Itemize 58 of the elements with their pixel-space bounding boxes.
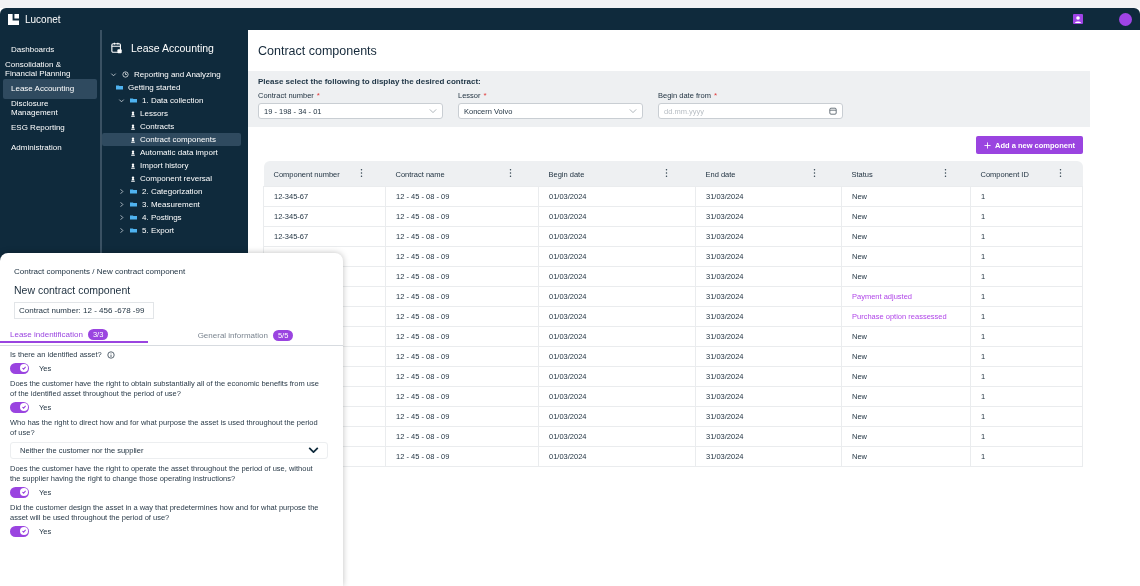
- plus-icon: [984, 141, 991, 149]
- more-icon[interactable]: [360, 168, 364, 177]
- more-icon[interactable]: [508, 168, 512, 177]
- chevron-down-icon[interactable]: [308, 447, 319, 453]
- toggle-switch[interactable]: [10, 401, 29, 413]
- tree-item[interactable]: Automatic data import: [102, 146, 241, 159]
- tree-item[interactable]: Component reversal: [102, 172, 241, 185]
- person-icon: [130, 136, 136, 143]
- person-icon: [130, 175, 136, 182]
- contract-number: Contract number: 12 - 456 -678 -99: [14, 302, 154, 319]
- nav-item[interactable]: Dashboards: [3, 40, 97, 60]
- toggle-switch[interactable]: [10, 486, 29, 498]
- tree-item[interactable]: Reporting and Analyzing: [102, 68, 241, 81]
- nav-item[interactable]: ESG Reporting: [3, 118, 97, 138]
- person-icon: [130, 110, 136, 117]
- calendar-icon: [111, 42, 123, 54]
- tree-item[interactable]: 3. Measurement: [102, 198, 241, 211]
- breadcrumb: Contract components / New contract component: [13, 267, 187, 276]
- more-icon[interactable]: [664, 168, 668, 177]
- more-icon[interactable]: [944, 168, 948, 177]
- nav-item[interactable]: Consolidation & Financial Planning: [2, 59, 98, 79]
- check-icon: [19, 488, 28, 496]
- nav-item[interactable]: Lease Accounting: [3, 79, 97, 99]
- tree-item[interactable]: Contract components: [102, 133, 241, 146]
- nav-item[interactable]: Disclosure Management: [3, 98, 97, 118]
- tree-item[interactable]: Import history: [102, 159, 241, 172]
- required-mark: *: [316, 91, 320, 100]
- tree-item[interactable]: Contracts: [102, 120, 241, 133]
- more-icon[interactable]: [812, 168, 816, 177]
- nav-item[interactable]: Administration: [3, 137, 97, 157]
- user-icon[interactable]: [1073, 14, 1083, 24]
- toggle-switch[interactable]: [10, 362, 29, 374]
- person-icon: [130, 149, 136, 156]
- required-mark: *: [483, 91, 487, 100]
- module-title: Lease Accounting: [131, 42, 214, 54]
- tree-item[interactable]: 2. Categorization: [102, 185, 241, 198]
- avatar[interactable]: [1119, 12, 1132, 26]
- info-icon[interactable]: [106, 351, 115, 360]
- logo-icon: [8, 13, 19, 25]
- toggle-switch[interactable]: [10, 525, 29, 537]
- filter-heading: Please select the following to display the desired contract:: [258, 77, 482, 86]
- more-icon[interactable]: [1058, 168, 1062, 177]
- tree-item[interactable]: Getting started: [102, 81, 241, 94]
- tree-item[interactable]: 4. Postings: [102, 211, 241, 224]
- required-mark: *: [713, 91, 718, 100]
- calendar-icon[interactable]: [829, 107, 837, 115]
- brand-name: Luconet: [25, 13, 61, 25]
- check-icon: [19, 364, 28, 372]
- person-icon: [130, 123, 136, 130]
- tree-item[interactable]: Lessors: [102, 107, 241, 120]
- check-icon: [19, 527, 28, 535]
- person-icon: [130, 162, 136, 169]
- page-title: Contract components: [258, 44, 378, 58]
- panel-title: New contract component: [13, 284, 132, 296]
- clock-icon: [122, 71, 129, 78]
- check-icon: [19, 403, 28, 411]
- tree-item[interactable]: 5. Export: [102, 224, 241, 237]
- tree-item[interactable]: 1. Data collection: [102, 94, 241, 107]
